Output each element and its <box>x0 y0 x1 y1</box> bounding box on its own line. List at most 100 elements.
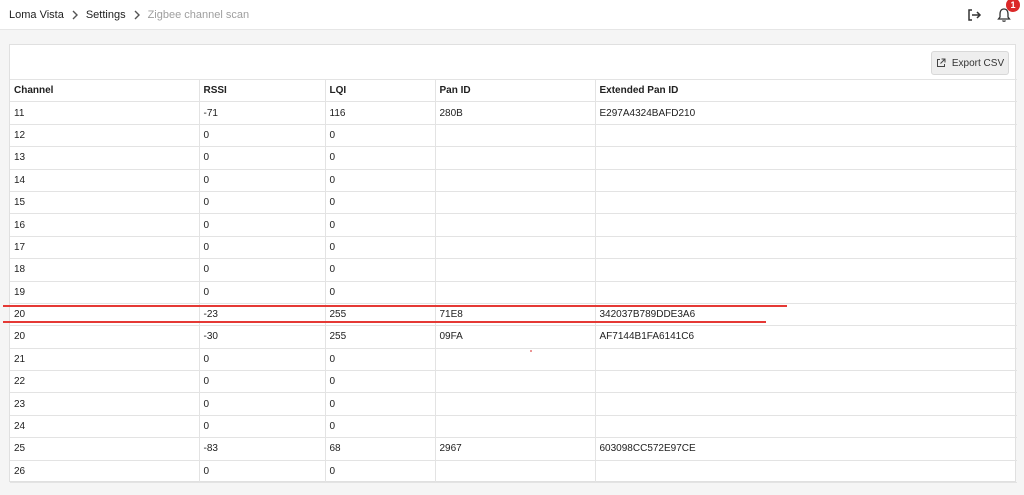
cell-lqi: 0 <box>325 236 436 260</box>
cell-lqi: 0 <box>325 392 436 416</box>
cell-lqi: 0 <box>325 281 436 304</box>
cell-rssi: -71 <box>199 101 326 125</box>
table-row[interactable]: 20 -30 255 09FA AF7144B1FA6141C6 <box>10 325 1017 349</box>
cell-lqi: 0 <box>325 213 436 237</box>
card-toolbar: Export CSV <box>10 45 1015 79</box>
cell-channel: 18 <box>10 258 200 282</box>
table-row[interactable]: 24 0 0 <box>10 415 1017 439</box>
table-row[interactable]: 18 0 0 <box>10 258 1017 282</box>
cell-pan-id <box>435 124 596 148</box>
cell-pan-id: 09FA <box>435 325 596 349</box>
cell-rssi: 0 <box>199 370 326 394</box>
cell-rssi: 0 <box>199 236 326 260</box>
cell-extended-pan-id: 603098CC572E97CE <box>595 437 1017 461</box>
column-header-channel[interactable]: Channel <box>10 78 200 103</box>
table-row[interactable]: 23 0 0 <box>10 392 1017 416</box>
column-header-pan-id[interactable]: Pan ID <box>435 78 596 103</box>
table-body: 11 -71 116 280B E297A4324BAFD210 12 0 0 13 0 0 14 0 0… <box>10 101 1017 484</box>
cell-channel: 14 <box>10 169 200 192</box>
cell-lqi: 68 <box>325 437 436 461</box>
cell-pan-id <box>435 258 596 282</box>
notifications-button[interactable]: 1 <box>994 0 1020 25</box>
cell-pan-id: 280B <box>435 101 596 125</box>
column-header-rssi[interactable]: RSSI <box>199 78 326 103</box>
cell-rssi: 0 <box>199 415 326 439</box>
table-header-row: Channel RSSI LQI Pan ID Extended Pan ID <box>10 78 1017 103</box>
cell-rssi: 0 <box>199 281 326 304</box>
export-csv-button[interactable]: Export CSV <box>931 51 1009 75</box>
cell-rssi: 0 <box>199 213 326 237</box>
cell-extended-pan-id <box>595 191 1017 215</box>
table-row[interactable]: 21 0 0 <box>10 348 1017 372</box>
column-header-extended-pan-id[interactable]: Extended Pan ID <box>595 78 1017 103</box>
table-row[interactable]: 26 0 0 <box>10 460 1017 484</box>
cell-rssi: -83 <box>199 437 326 461</box>
table-row[interactable]: 17 0 0 <box>10 236 1017 260</box>
table-row[interactable]: 15 0 0 <box>10 191 1017 215</box>
cell-pan-id <box>435 236 596 260</box>
cell-channel: 15 <box>10 191 200 215</box>
cell-lqi: 0 <box>325 370 436 394</box>
cell-extended-pan-id: E297A4324BAFD210 <box>595 101 1017 125</box>
cell-lqi: 0 <box>325 124 436 148</box>
cell-channel: 17 <box>10 236 200 260</box>
breadcrumb: Loma Vista Settings Zigbee channel scan <box>9 0 249 30</box>
table-row[interactable]: 14 0 0 <box>10 169 1017 192</box>
cell-extended-pan-id <box>595 281 1017 304</box>
cell-pan-id <box>435 146 596 170</box>
cell-extended-pan-id <box>595 258 1017 282</box>
logout-button[interactable] <box>964 5 984 25</box>
table-row[interactable]: 19 0 0 <box>10 281 1017 304</box>
table-row[interactable]: 13 0 0 <box>10 146 1017 170</box>
cell-lqi: 0 <box>325 146 436 170</box>
cell-extended-pan-id <box>595 415 1017 439</box>
breadcrumb-item-current: Zigbee channel scan <box>147 8 250 21</box>
cell-pan-id <box>435 392 596 416</box>
cell-lqi: 255 <box>325 325 436 349</box>
cell-extended-pan-id <box>595 124 1017 148</box>
table-row[interactable]: 11 -71 116 280B E297A4324BAFD210 <box>10 101 1017 125</box>
cell-lqi: 0 <box>325 348 436 372</box>
logout-icon <box>968 9 982 21</box>
cell-channel: 11 <box>10 101 200 125</box>
scan-results-card: Export CSV Channel RSSI LQI Pan ID Exten… <box>9 44 1017 484</box>
cell-pan-id <box>435 213 596 237</box>
table-row[interactable]: 22 0 0 <box>10 370 1017 394</box>
cell-pan-id <box>435 281 596 304</box>
export-csv-label: Export CSV <box>951 57 1005 69</box>
cell-extended-pan-id <box>595 169 1017 192</box>
cell-extended-pan-id <box>595 348 1017 372</box>
cell-rssi: 0 <box>199 124 326 148</box>
table-row[interactable]: 16 0 0 <box>10 213 1017 237</box>
table-row[interactable]: 25 -83 68 2967 603098CC572E97CE <box>10 437 1017 461</box>
channel-scan-table: Channel RSSI LQI Pan ID Extended Pan ID … <box>10 78 1017 484</box>
column-header-lqi[interactable]: LQI <box>325 78 436 103</box>
annotation-line-top <box>3 305 787 307</box>
annotation-mark <box>530 350 532 352</box>
cell-rssi: 0 <box>199 392 326 416</box>
cell-channel: 24 <box>10 415 200 439</box>
cell-rssi: 0 <box>199 146 326 170</box>
table-row[interactable]: 12 0 0 <box>10 124 1017 148</box>
cell-lqi: 0 <box>325 169 436 192</box>
cell-channel: 16 <box>10 213 200 237</box>
cell-rssi: 0 <box>199 169 326 192</box>
cell-rssi: -30 <box>199 325 326 349</box>
cell-pan-id: 2967 <box>435 437 596 461</box>
cell-channel: 21 <box>10 348 200 372</box>
cell-channel: 22 <box>10 370 200 394</box>
cell-pan-id <box>435 348 596 372</box>
cell-channel: 25 <box>10 437 200 461</box>
notification-badge: 1 <box>1006 0 1020 12</box>
breadcrumb-item-home[interactable]: Loma Vista <box>9 9 64 21</box>
breadcrumb-item-settings[interactable]: Settings <box>86 9 126 21</box>
cell-lqi: 0 <box>325 415 436 439</box>
cell-extended-pan-id <box>595 146 1017 170</box>
cell-extended-pan-id <box>595 392 1017 416</box>
cell-extended-pan-id <box>595 213 1017 237</box>
cell-channel: 19 <box>10 281 200 304</box>
cell-pan-id <box>435 169 596 192</box>
cell-extended-pan-id <box>595 370 1017 394</box>
cell-pan-id <box>435 370 596 394</box>
cell-channel: 13 <box>10 146 200 170</box>
